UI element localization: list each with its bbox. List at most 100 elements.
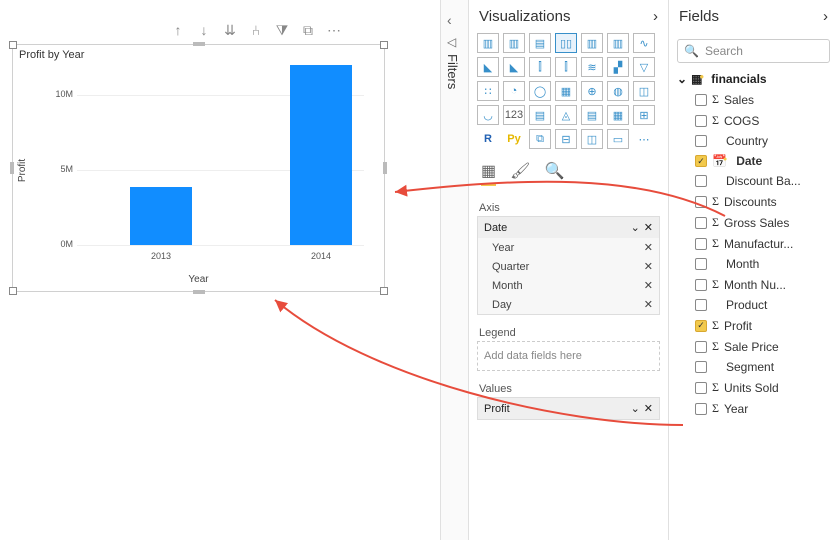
treemap-icon[interactable]: ▦	[555, 81, 577, 101]
chevron-left-icon[interactable]: ‹	[447, 12, 452, 28]
filter-icon[interactable]: ⧩	[274, 22, 290, 38]
map-icon[interactable]: ⊕	[581, 81, 603, 101]
field-item[interactable]: Product	[677, 295, 838, 315]
stacked-column100-icon[interactable]: ▥	[607, 33, 629, 53]
field-item[interactable]: ✓📅●Date	[677, 151, 838, 171]
remove-icon[interactable]: ✕	[644, 221, 653, 234]
slicer-icon[interactable]: ▤	[581, 105, 603, 125]
checkbox[interactable]	[695, 196, 707, 208]
matrix-icon[interactable]: ⊞	[633, 105, 655, 125]
checkbox[interactable]	[695, 382, 707, 394]
checkbox[interactable]	[695, 238, 707, 250]
chevron-down-icon[interactable]: ⌄	[677, 72, 687, 86]
donut-icon[interactable]: ◯	[529, 81, 551, 101]
checkbox[interactable]	[695, 115, 707, 127]
area-icon[interactable]: ◣	[477, 57, 499, 77]
field-item[interactable]: ΣSales	[677, 89, 838, 110]
waterfall-icon[interactable]: ▞	[607, 57, 629, 77]
stacked-area-icon[interactable]: ◣	[503, 57, 525, 77]
checkbox[interactable]	[695, 279, 707, 291]
shape-map-icon[interactable]: ◫	[633, 81, 655, 101]
field-item[interactable]: ΣSale Price	[677, 336, 838, 357]
clustered-column-icon[interactable]: ▯▯	[555, 33, 577, 53]
resize-handle[interactable]	[193, 290, 205, 294]
resize-handle[interactable]	[380, 41, 388, 49]
line-icon[interactable]: ∿	[633, 33, 655, 53]
field-item[interactable]: ΣMonth Nu...	[677, 274, 838, 295]
drill-up-icon[interactable]: ↑	[170, 22, 186, 38]
checkbox[interactable]	[695, 258, 707, 270]
filters-pane-collapsed[interactable]: ‹ ◁ Filters	[440, 0, 468, 540]
format-tab-icon[interactable]: 🖌	[510, 161, 530, 186]
remove-icon[interactable]: ✕	[644, 260, 653, 273]
field-item[interactable]: ΣCOGS	[677, 110, 838, 131]
bar[interactable]	[130, 187, 192, 246]
checkbox[interactable]	[695, 341, 707, 353]
checkbox[interactable]	[695, 403, 707, 415]
drill-all-icon[interactable]: ⇊	[222, 22, 238, 38]
axis-level[interactable]: Year✕	[478, 238, 659, 257]
key-influencers-icon[interactable]: ⧉	[529, 129, 551, 149]
remove-icon[interactable]: ✕	[644, 298, 653, 311]
axis-field[interactable]: Date	[484, 222, 507, 234]
clustered-bar-icon[interactable]: ▤	[529, 33, 551, 53]
analytics-tab-icon[interactable]: 🔍	[544, 161, 564, 186]
stacked-bar-icon[interactable]: ▥	[477, 33, 499, 53]
more-icon[interactable]: ⋯	[326, 22, 342, 38]
values-field[interactable]: Profit	[484, 403, 510, 415]
checkbox[interactable]	[695, 94, 707, 106]
table-icon[interactable]: ▦	[607, 105, 629, 125]
checkbox[interactable]: ✓	[695, 155, 707, 167]
resize-handle[interactable]	[10, 162, 14, 174]
chevron-down-icon[interactable]: ⌄	[631, 402, 640, 415]
remove-icon[interactable]: ✕	[644, 279, 653, 292]
qna-icon[interactable]: ◫	[581, 129, 603, 149]
field-item[interactable]: ΣGross Sales	[677, 212, 838, 233]
legend-well[interactable]: Add data fields here	[477, 341, 660, 371]
resize-handle[interactable]	[9, 287, 17, 295]
resize-handle[interactable]	[380, 287, 388, 295]
checkbox[interactable]	[695, 217, 707, 229]
checkbox[interactable]	[695, 135, 707, 147]
focus-icon[interactable]: ⧉	[300, 22, 316, 38]
resize-handle[interactable]	[9, 41, 17, 49]
table-header[interactable]: ⌄ ▦● financials	[677, 69, 838, 89]
expand-icon[interactable]: ⑃	[248, 22, 264, 38]
field-item[interactable]: Month	[677, 254, 838, 274]
ribbon-icon[interactable]: ≋	[581, 57, 603, 77]
checkbox[interactable]: ✓	[695, 320, 707, 332]
scatter-icon[interactable]: ∷	[477, 81, 499, 101]
checkbox[interactable]	[695, 361, 707, 373]
field-item[interactable]: ΣManufactur...	[677, 233, 838, 254]
fields-tab-icon[interactable]: ▦	[481, 161, 496, 186]
funnel-icon[interactable]: ▽	[633, 57, 655, 77]
line-column2-icon[interactable]: ⫿	[555, 57, 577, 77]
axis-level[interactable]: Quarter✕	[478, 257, 659, 276]
paginated-icon[interactable]: ▭	[607, 129, 629, 149]
field-item[interactable]: ΣYear	[677, 398, 838, 419]
bar[interactable]	[290, 65, 352, 245]
resize-handle[interactable]	[383, 162, 387, 174]
resize-handle[interactable]	[193, 42, 205, 46]
remove-icon[interactable]: ✕	[644, 241, 653, 254]
gauge-icon[interactable]: ◡	[477, 105, 499, 125]
report-canvas[interactable]: ↑ ↓ ⇊ ⑃ ⧩ ⧉ ⋯ Profit by Year Profit Year…	[0, 0, 440, 540]
field-item[interactable]: ΣUnits Sold	[677, 377, 838, 398]
stacked-bar100-icon[interactable]: ▥	[581, 33, 603, 53]
line-column-icon[interactable]: ⫿	[529, 57, 551, 77]
chevron-right-icon[interactable]: ›	[653, 8, 658, 25]
chevron-down-icon[interactable]: ⌄	[631, 221, 640, 234]
axis-well[interactable]: Date ⌄ ✕ Year✕Quarter✕Month✕Day✕	[477, 216, 660, 315]
field-item[interactable]: ✓ΣProfit	[677, 315, 838, 336]
field-item[interactable]: Country	[677, 131, 838, 151]
card-icon[interactable]: 123	[503, 105, 525, 125]
more-visuals-icon[interactable]: ⋯	[633, 129, 655, 149]
decomp-icon[interactable]: ⊟	[555, 129, 577, 149]
pie-icon[interactable]: ◔	[503, 81, 525, 101]
chevron-right-icon[interactable]: ›	[823, 8, 828, 25]
checkbox[interactable]	[695, 175, 707, 187]
r-visual-icon[interactable]: R	[477, 129, 499, 149]
drill-down-icon[interactable]: ↓	[196, 22, 212, 38]
py-visual-icon[interactable]: Py	[503, 129, 525, 149]
kpi-icon[interactable]: ◬	[555, 105, 577, 125]
